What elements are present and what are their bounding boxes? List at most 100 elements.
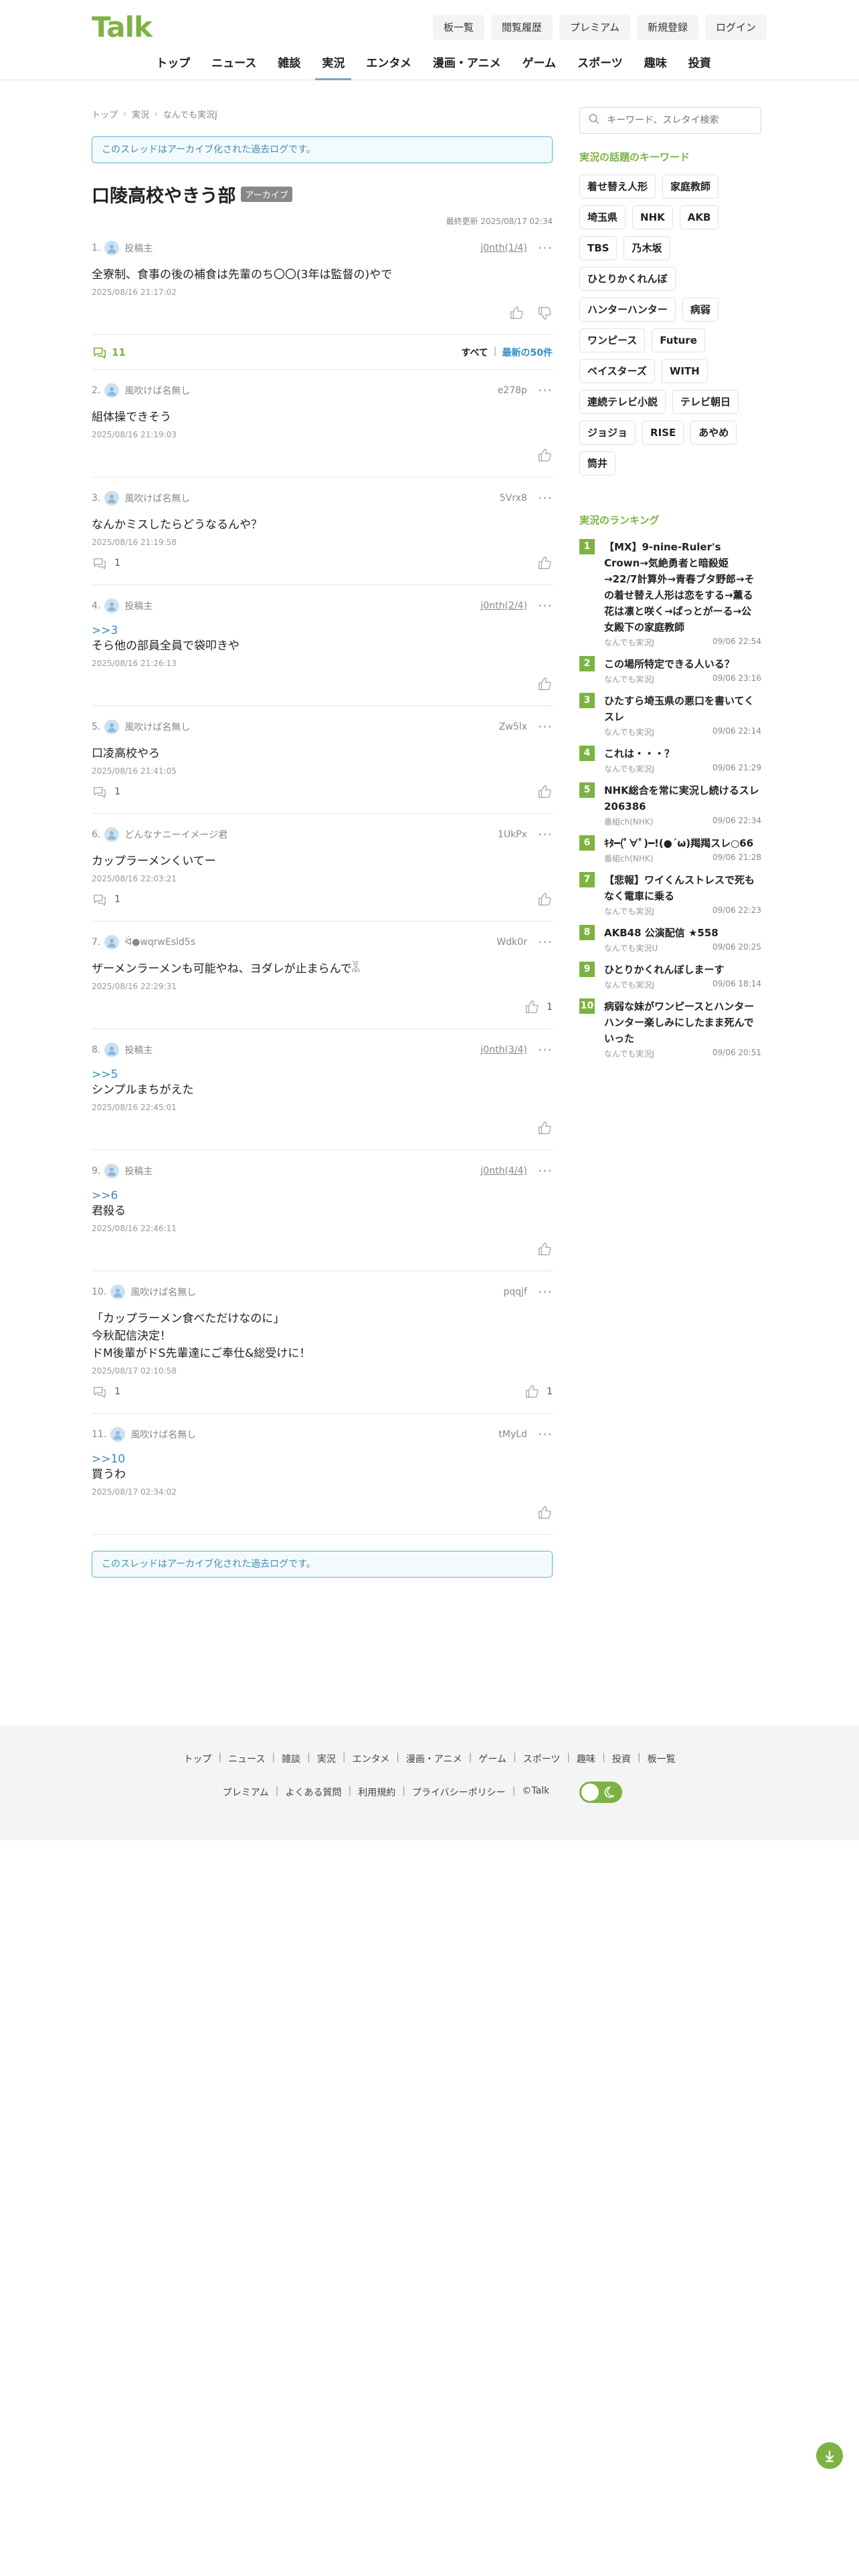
nav-top[interactable]: トップ <box>145 52 201 80</box>
footer-link[interactable]: スポーツ <box>523 1752 561 1765</box>
nav-invest[interactable]: 投資 <box>678 52 722 80</box>
keyword-chip[interactable]: 着せ替え人形 <box>579 175 656 199</box>
post-user-id[interactable]: j0nth(1/4) <box>480 243 527 253</box>
more-icon[interactable]: ··· <box>538 720 553 734</box>
nav-entertainment[interactable]: エンタメ <box>355 52 422 80</box>
more-icon[interactable]: ··· <box>538 936 553 949</box>
nav-chat[interactable]: 雑談 <box>267 52 311 80</box>
keyword-chip[interactable]: 筒井 <box>579 451 616 475</box>
like-button[interactable] <box>537 891 553 907</box>
filter-latest-50[interactable]: 最新の50件 <box>502 346 553 359</box>
breadcrumb-board[interactable]: なんでも実況J <box>163 108 217 120</box>
keyword-chip[interactable]: 埼玉県 <box>579 205 626 229</box>
keyword-chip[interactable]: RISE <box>642 421 684 445</box>
like-button[interactable] <box>537 447 553 463</box>
post-user-id[interactable]: j0nth(2/4) <box>480 601 527 611</box>
ranking-item[interactable]: 2 この場所特定できる人いる？ なんでも実況J 09/06 23:16 <box>579 656 761 685</box>
footer-link[interactable]: ニュース <box>228 1752 265 1765</box>
top-link-boards[interactable]: 板一覧 <box>432 15 484 40</box>
post-user-id[interactable]: j0nth(4/4) <box>480 1166 527 1176</box>
footer-link[interactable]: プレミアム <box>223 1786 269 1799</box>
top-link-history[interactable]: 閲覧履歴 <box>491 15 553 40</box>
like-button[interactable] <box>537 555 553 571</box>
breadcrumb-top[interactable]: トップ <box>92 108 118 120</box>
ranking-item[interactable]: 5 NHK総合を常に実況し続けるスレ 206386 番組ch(NHK) 09/06 2… <box>579 782 761 827</box>
ranking-item[interactable]: 3 ひたすら埼玉県の悪口を書いてくスレ なんでも実況J 09/06 22:14 <box>579 693 761 738</box>
footer-link[interactable]: 利用規約 <box>358 1786 395 1799</box>
more-icon[interactable]: ··· <box>538 384 553 397</box>
like-button[interactable]: 1 <box>524 999 553 1015</box>
nav-news[interactable]: ニュース <box>201 52 267 80</box>
like-button[interactable] <box>537 784 553 800</box>
keyword-chip[interactable]: Future <box>652 328 705 352</box>
more-icon[interactable]: ··· <box>538 599 553 613</box>
keyword-chip[interactable]: ワンピース <box>579 328 646 352</box>
keyword-chip[interactable]: テレビ朝日 <box>672 390 739 414</box>
more-icon[interactable]: ··· <box>538 1164 553 1178</box>
search-box[interactable] <box>579 107 761 134</box>
footer-link[interactable]: ゲーム <box>478 1752 506 1765</box>
keyword-chip[interactable]: NHK <box>632 205 673 229</box>
reply-count-button[interactable]: 1 <box>92 555 120 571</box>
post-user-id[interactable]: j0nth(3/4) <box>480 1045 527 1055</box>
keyword-chip[interactable]: TBS <box>579 236 617 260</box>
dark-mode-toggle[interactable] <box>579 1782 622 1803</box>
nav-sports[interactable]: スポーツ <box>567 52 634 80</box>
ranking-item[interactable]: 4 これは・・・？ なんでも実況J 09/06 21:29 <box>579 746 761 774</box>
post-number[interactable]: 4. <box>92 601 100 611</box>
ranking-item[interactable]: 10 病弱な妹がワンピースとハンターハンター楽しみにしたまま死んでいった なんでも実… <box>579 998 761 1059</box>
ranking-item[interactable]: 8 AKB48 公演配信 ★558 なんでも実況U 09/06 20:25 <box>579 925 761 954</box>
scroll-down-button[interactable] <box>816 2442 843 2469</box>
like-button[interactable] <box>537 1241 553 1257</box>
footer-link[interactable]: エンタメ <box>353 1752 390 1765</box>
like-button[interactable] <box>537 1505 553 1521</box>
nav-live[interactable]: 実況 <box>311 52 355 80</box>
keyword-chip[interactable]: ハンターハンター <box>579 298 676 322</box>
ranking-item[interactable]: 9 ひとりかくれんぼしまーす なんでも実況J 09/06 18:14 <box>579 962 761 990</box>
like-button[interactable]: 1 <box>524 1384 553 1400</box>
breadcrumb-live[interactable]: 実況 <box>132 108 149 120</box>
site-logo[interactable]: Talk <box>92 11 153 43</box>
ranking-item[interactable]: 1 【MX】9-nine-Ruler's Crown→気絶勇者と暗殺姫→22/7計… <box>579 539 761 648</box>
search-input[interactable] <box>607 115 741 126</box>
footer-link[interactable]: 投資 <box>612 1752 631 1765</box>
reply-anchor-link[interactable]: >>5 <box>92 1068 553 1081</box>
post-number[interactable]: 6. <box>92 829 100 840</box>
top-link-premium[interactable]: プレミアム <box>559 15 630 40</box>
post-number[interactable]: 5. <box>92 722 100 732</box>
keyword-chip[interactable]: AKB <box>679 205 719 229</box>
like-button[interactable] <box>537 1120 553 1136</box>
post-number[interactable]: 1. <box>92 243 100 253</box>
filter-all[interactable]: すべて <box>461 346 488 359</box>
footer-link[interactable]: 趣味 <box>577 1752 595 1765</box>
nav-game[interactable]: ゲーム <box>512 52 567 80</box>
ranking-item[interactable]: 7 【悲報】ワイくんストレスで死もなく電車に乗る なんでも実況J 09/06 22:2… <box>579 872 761 917</box>
more-icon[interactable]: ··· <box>538 1428 553 1441</box>
like-button[interactable] <box>508 305 524 321</box>
keyword-chip[interactable]: 乃木坂 <box>624 236 670 260</box>
post-number[interactable]: 2. <box>92 385 100 396</box>
keyword-chip[interactable]: ひとりかくれんぼ <box>579 267 676 291</box>
thumb-down-icon[interactable] <box>537 305 553 321</box>
post-number[interactable]: 7. <box>92 937 100 948</box>
footer-link[interactable]: トップ <box>183 1752 211 1765</box>
footer-link[interactable]: 実況 <box>317 1752 336 1765</box>
keyword-chip[interactable]: 家庭教師 <box>662 175 719 199</box>
reply-anchor-link[interactable]: >>10 <box>92 1453 553 1466</box>
keyword-chip[interactable]: WITH <box>661 359 708 383</box>
post-number[interactable]: 11. <box>92 1429 106 1440</box>
reply-anchor-link[interactable]: >>3 <box>92 624 553 637</box>
more-icon[interactable]: ··· <box>538 241 553 255</box>
top-link-register[interactable]: 新規登録 <box>636 15 698 40</box>
more-icon[interactable]: ··· <box>538 492 553 505</box>
reply-count-button[interactable]: 1 <box>92 784 120 800</box>
footer-link[interactable]: ©Talk <box>522 1786 549 1799</box>
post-number[interactable]: 8. <box>92 1045 100 1055</box>
keyword-chip[interactable]: ベイスターズ <box>579 359 655 383</box>
reply-count-button[interactable]: 1 <box>92 891 120 907</box>
more-icon[interactable]: ··· <box>538 1043 553 1057</box>
keyword-chip[interactable]: 連続テレビ小説 <box>579 390 666 414</box>
keyword-chip[interactable]: あやめ <box>690 421 737 445</box>
post-number[interactable]: 10. <box>92 1287 106 1297</box>
more-icon[interactable]: ··· <box>538 1285 553 1299</box>
